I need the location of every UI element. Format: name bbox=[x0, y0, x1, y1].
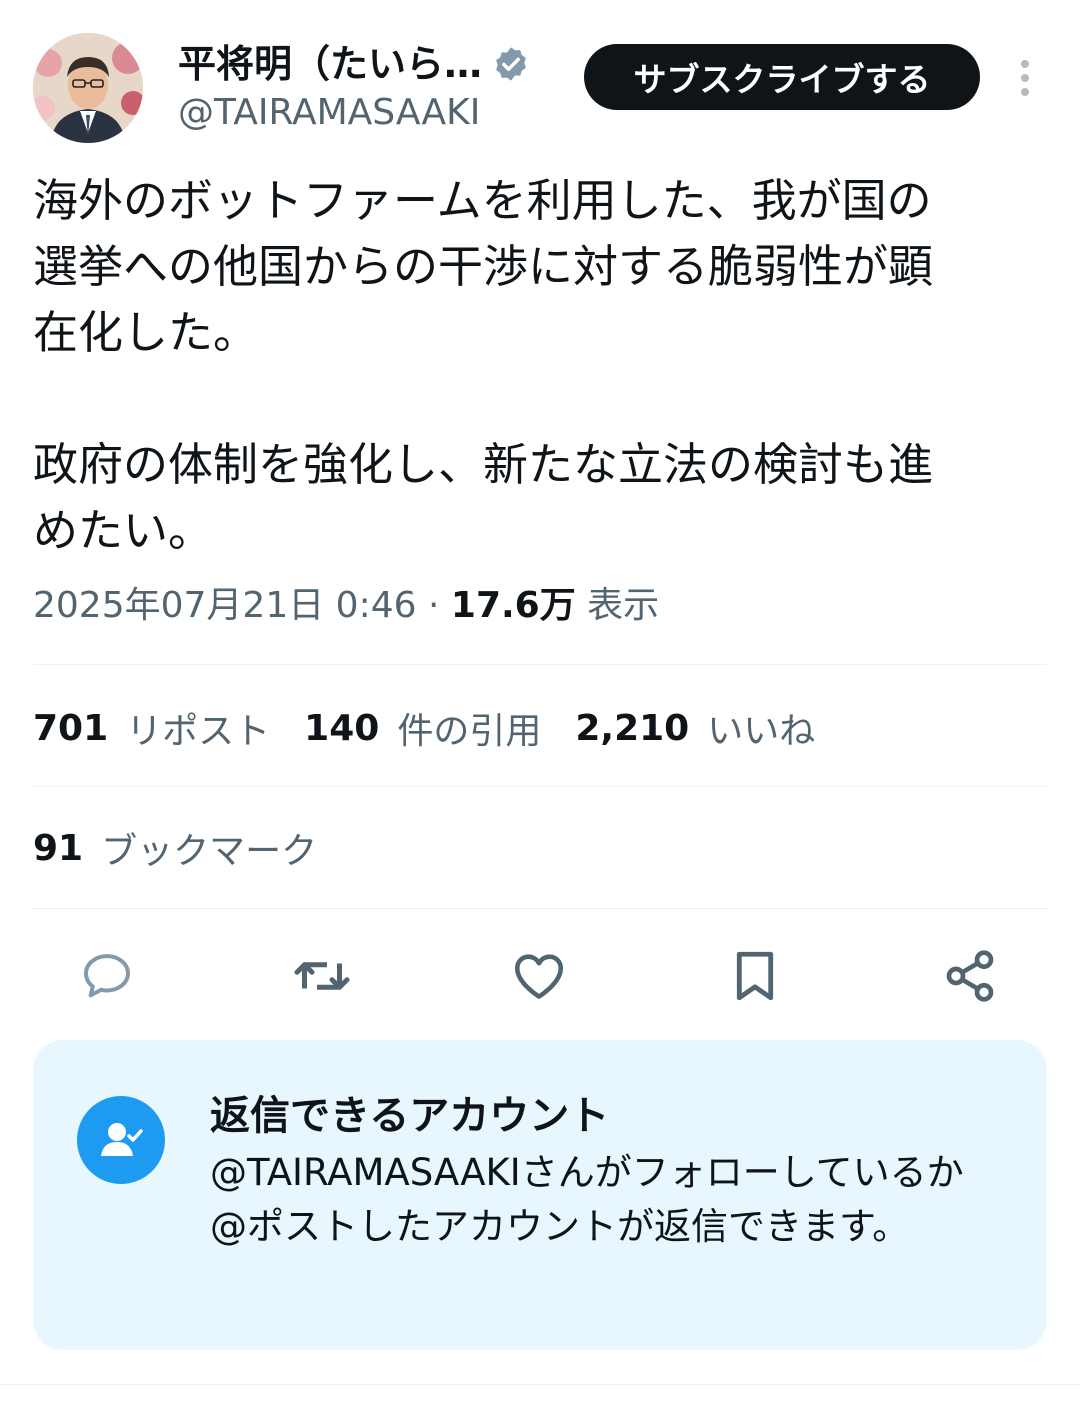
bookmark-button[interactable] bbox=[723, 944, 787, 1008]
like-label: いいね bbox=[707, 711, 816, 752]
share-icon bbox=[946, 950, 994, 1002]
action-bar bbox=[0, 940, 1080, 1012]
like-icon bbox=[514, 954, 564, 999]
quote-count: 140 bbox=[304, 707, 380, 749]
quote-stat[interactable]: 140 件の引用 bbox=[304, 702, 541, 754]
tweet-timestamp[interactable]: 2025年07月21日 0:46 bbox=[33, 585, 417, 626]
like-stat[interactable]: 2,210 いいね bbox=[575, 702, 815, 754]
divider bbox=[33, 908, 1047, 909]
repost-stat[interactable]: 701 リポスト bbox=[33, 702, 270, 754]
tweet-text: 海外のボットファームを利用した、我が国の 選挙への他国からの干渉に対する脆弱性が… bbox=[33, 174, 934, 557]
reply-restriction-body: @TAIRAMASAAKIさんがフォローしているか@ポストしたアカウントが返信で… bbox=[210, 1151, 964, 1248]
tweet-header: 平将明（たいら… @TAIRAMASAAKI サブスクライブする bbox=[0, 0, 1080, 150]
repost-count: 701 bbox=[33, 707, 109, 749]
meta-separator: · bbox=[427, 585, 440, 626]
verified-badge-icon bbox=[496, 47, 526, 81]
like-button[interactable] bbox=[507, 944, 571, 1008]
retweet-button[interactable] bbox=[290, 944, 354, 1008]
quote-label: 件の引用 bbox=[397, 711, 542, 752]
user-check-icon bbox=[77, 1096, 165, 1184]
bookmark-label: ブックマーク bbox=[101, 831, 318, 872]
reply-icon bbox=[84, 954, 130, 998]
divider bbox=[33, 786, 1047, 787]
repost-label: リポスト bbox=[126, 711, 271, 752]
reply-restriction-title: 返信できるアカウント bbox=[210, 1093, 610, 1139]
bookmark-count: 91 bbox=[33, 827, 84, 869]
retweet-icon bbox=[294, 962, 350, 990]
views-count: 17.6万 bbox=[450, 585, 576, 626]
tweet-meta: 2025年07月21日 0:46 · 17.6万 表示 bbox=[33, 580, 659, 632]
bookmark-icon bbox=[736, 951, 774, 1001]
author-avatar[interactable] bbox=[33, 33, 143, 143]
share-button[interactable] bbox=[938, 944, 1002, 1008]
author-name-row: 平将明（たいら… bbox=[178, 42, 530, 86]
divider bbox=[0, 1384, 1080, 1385]
more-options-icon[interactable] bbox=[1008, 56, 1042, 100]
reply-restriction-card: 返信できるアカウント @TAIRAMASAAKIさんがフォローしているか@ポスト… bbox=[33, 1040, 1047, 1350]
views-label: 表示 bbox=[587, 585, 660, 626]
subscribe-button[interactable]: サブスクライブする bbox=[584, 44, 980, 110]
like-count: 2,210 bbox=[575, 707, 690, 749]
bookmark-stat[interactable]: 91 ブックマーク bbox=[33, 820, 317, 876]
author-handle[interactable]: @TAIRAMASAAKI bbox=[178, 92, 480, 134]
author-display-name[interactable]: 平将明（たいら… bbox=[178, 42, 482, 86]
reply-button[interactable] bbox=[75, 944, 139, 1008]
engagement-stats: 701 リポスト 140 件の引用 2,210 いいね bbox=[33, 700, 849, 756]
divider bbox=[33, 664, 1047, 665]
